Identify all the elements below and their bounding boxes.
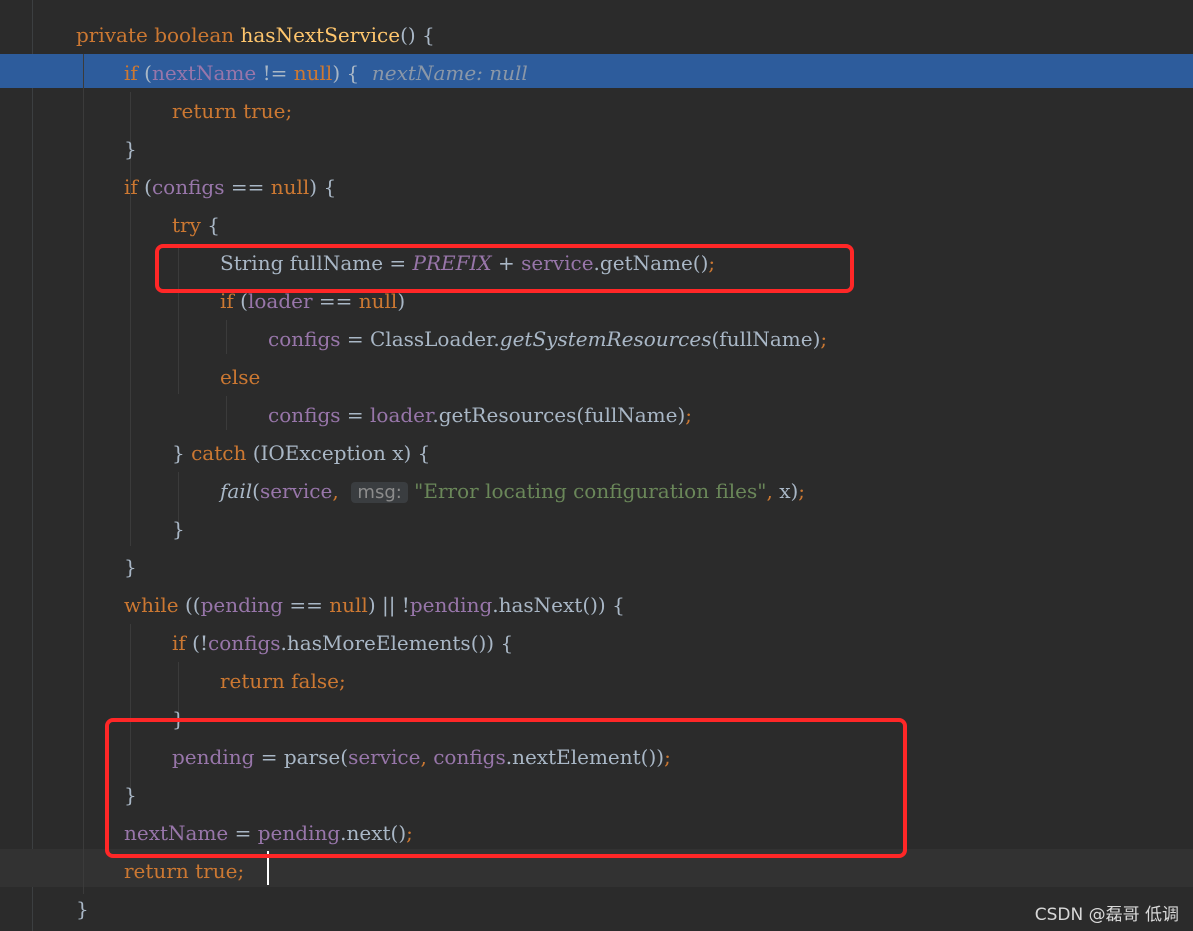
- code-token: try: [172, 213, 208, 237]
- code-token: }: [172, 441, 192, 465]
- code-token: ;: [820, 327, 828, 351]
- code-line[interactable]: return false;: [220, 662, 346, 700]
- code-token: return false: [220, 669, 339, 693]
- code-token: ;: [338, 669, 346, 693]
- code-line[interactable]: configs = loader.getResources(fullName);: [268, 396, 692, 434]
- code-token: (: [144, 61, 152, 85]
- code-token: pending: [200, 593, 284, 617]
- code-token: fail: [220, 479, 253, 503]
- code-token: ;: [798, 479, 806, 503]
- code-editor[interactable]: private boolean hasNextService() {if (ne…: [0, 0, 1193, 931]
- code-token: .hasNext()) {: [492, 593, 625, 617]
- code-token: ;: [285, 99, 293, 123]
- code-token: nextName: null: [371, 61, 528, 85]
- annotation-box-parse-next: [105, 718, 907, 858]
- indent-guide-line: [130, 206, 131, 546]
- code-line[interactable]: return true;: [172, 92, 292, 130]
- code-line[interactable]: if (!configs.hasMoreElements()) {: [172, 624, 513, 662]
- code-line[interactable]: }: [124, 130, 137, 168]
- code-token: null: [329, 593, 368, 617]
- code-line[interactable]: }: [76, 890, 89, 928]
- code-line[interactable]: configs = ClassLoader.getSystemResources…: [268, 320, 827, 358]
- indent-guide-line: [83, 54, 84, 894]
- code-token: while: [124, 593, 185, 617]
- code-token: ==: [224, 175, 271, 199]
- code-token: ) {: [309, 175, 337, 199]
- code-token: configs: [208, 631, 281, 655]
- code-token: ;: [685, 403, 693, 427]
- code-line[interactable]: }: [172, 510, 185, 548]
- code-token: if: [172, 631, 193, 655]
- code-token: ==: [283, 593, 330, 617]
- code-token: }: [124, 137, 137, 161]
- code-token: catch: [191, 441, 253, 465]
- code-token: service: [259, 479, 333, 503]
- code-token: return true: [124, 859, 238, 883]
- code-token: "Error locating configuration files": [407, 479, 767, 503]
- code-token: hasNextService: [240, 23, 401, 47]
- code-token: nextName: [151, 61, 257, 85]
- code-line[interactable]: fail(service, msg: "Error locating confi…: [220, 472, 805, 510]
- code-token: private boolean: [76, 23, 241, 47]
- code-line[interactable]: } catch (IOException x) {: [172, 434, 430, 472]
- parameter-hint: msg:: [351, 482, 408, 503]
- code-token: configs: [268, 327, 341, 351]
- code-token: ) || !: [367, 593, 410, 617]
- code-line[interactable]: else: [220, 358, 260, 396]
- code-token: (fullName): [711, 327, 821, 351]
- annotation-box-fullname: [155, 244, 854, 293]
- code-line[interactable]: if (configs == null) {: [124, 168, 336, 206]
- code-token: }: [76, 897, 89, 921]
- code-token: null: [270, 175, 310, 199]
- code-token: .hasMoreElements()) {: [280, 631, 514, 655]
- code-token: .getResources(fullName): [432, 403, 686, 427]
- code-token: if: [124, 61, 145, 85]
- code-token: () {: [400, 23, 435, 47]
- code-token: {: [207, 213, 220, 237]
- code-token: ) {: [332, 61, 372, 85]
- watermark-text: CSDN @磊哥 低调: [1034, 905, 1179, 925]
- gutter-divider: [32, 0, 33, 931]
- code-token: null: [293, 61, 333, 85]
- code-token: = ClassLoader.: [340, 327, 500, 351]
- code-token: x): [779, 479, 799, 503]
- code-token: }: [124, 555, 137, 579]
- code-token: }: [172, 517, 185, 541]
- code-line[interactable]: try {: [172, 206, 220, 244]
- code-token: loader: [370, 403, 433, 427]
- code-token: pending: [409, 593, 493, 617]
- indent-guide-line: [226, 396, 227, 430]
- code-line[interactable]: private boolean hasNextService() {: [76, 16, 435, 54]
- indent-guide-line: [226, 320, 227, 354]
- code-token: (IOException x) {: [252, 441, 431, 465]
- code-token: (: [144, 175, 152, 199]
- code-token: ,: [766, 479, 780, 503]
- code-token: ;: [237, 859, 245, 883]
- code-token: ,: [332, 479, 352, 503]
- code-token: configs: [151, 175, 225, 199]
- code-line[interactable]: }: [124, 548, 137, 586]
- code-line[interactable]: while ((pending == null) || !pending.has…: [124, 586, 625, 624]
- code-token: if: [124, 175, 145, 199]
- code-token: (!: [192, 631, 208, 655]
- code-token: return true: [172, 99, 286, 123]
- code-token: configs: [268, 403, 341, 427]
- code-token: ((: [185, 593, 201, 617]
- code-token: !=: [256, 61, 294, 85]
- code-token: =: [340, 403, 371, 427]
- code-token: (: [252, 479, 260, 503]
- code-token: else: [220, 365, 261, 389]
- code-line[interactable]: if (nextName != null) { nextName: null: [124, 54, 528, 92]
- code-token: getSystemResources: [499, 327, 712, 351]
